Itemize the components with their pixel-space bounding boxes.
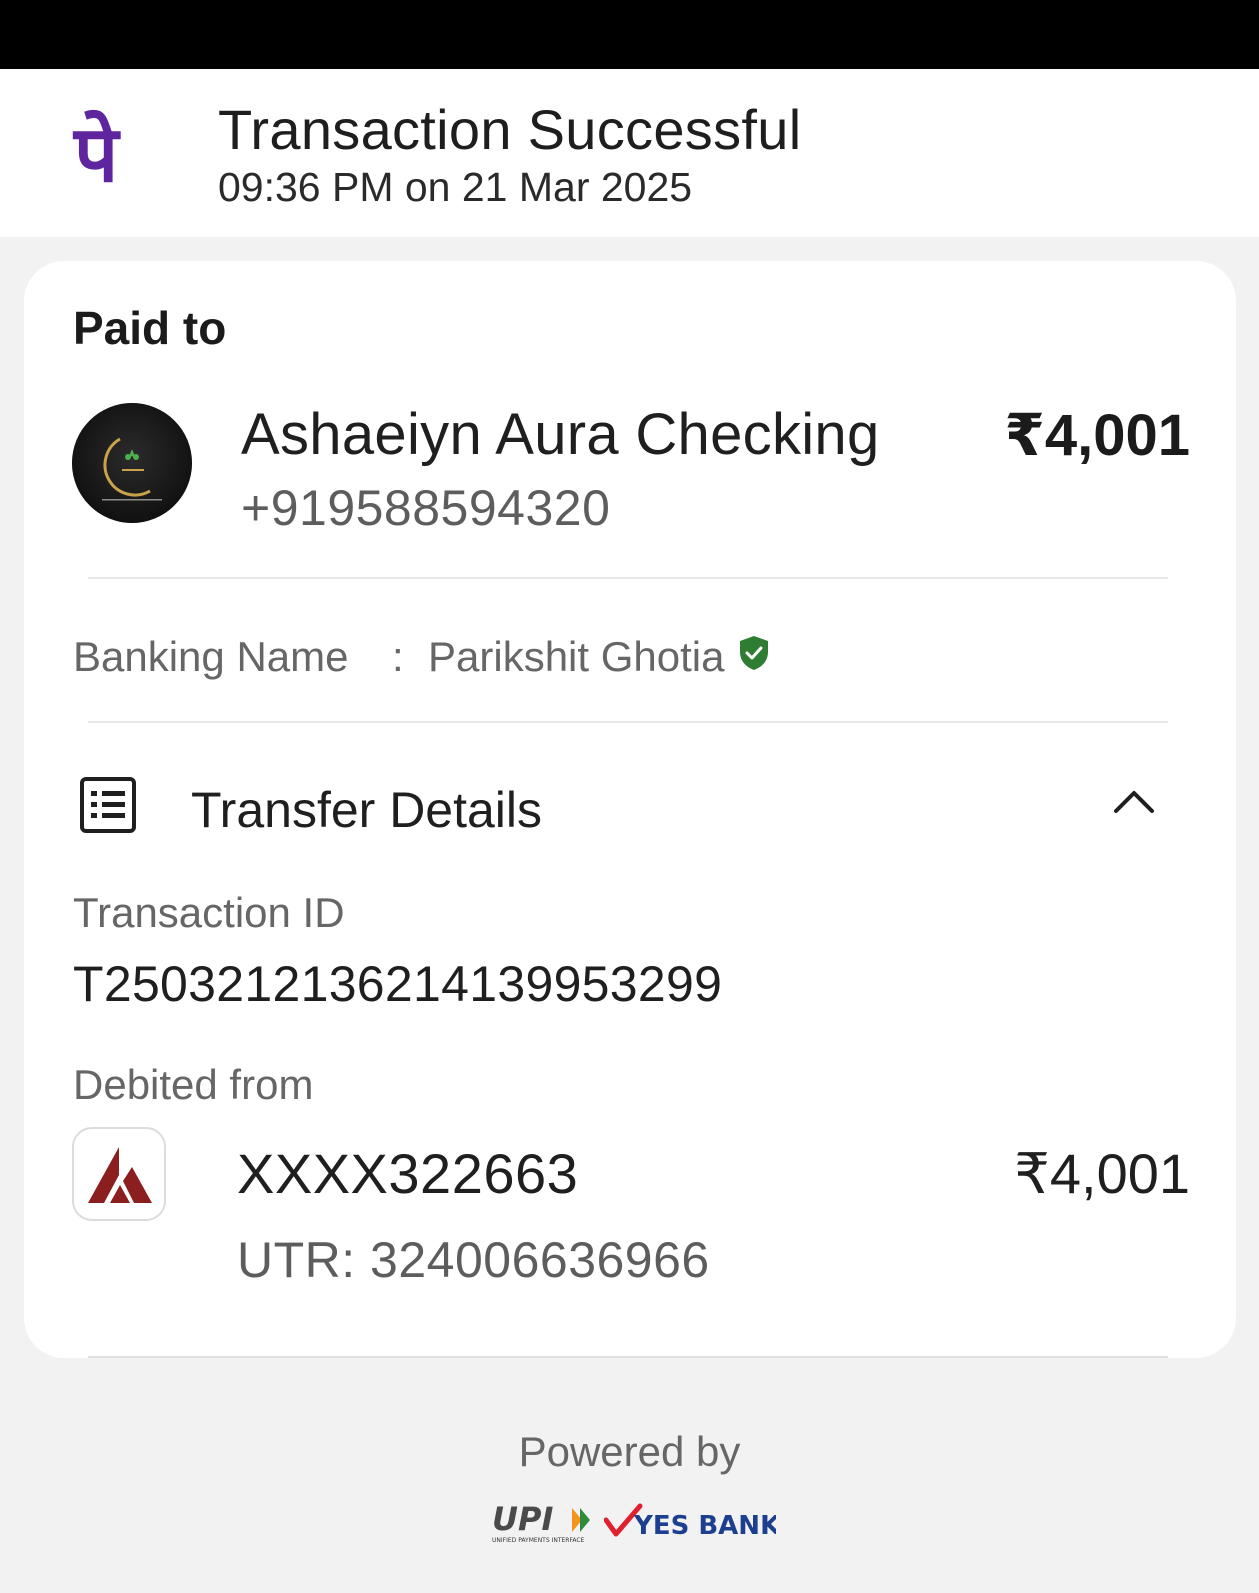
header: पे Transaction Successful 09:36 PM on 21… <box>0 69 1259 237</box>
page-title: Transaction Successful <box>218 98 802 161</box>
powered-by-label: Powered by <box>518 1428 741 1475</box>
transaction-id-label: Transaction ID <box>73 889 345 936</box>
receipt-list-icon <box>80 777 136 833</box>
banking-name-value: Parikshit Ghotia <box>428 633 725 680</box>
utr-number[interactable]: UTR: 324006636966 <box>237 1231 710 1289</box>
transfer-details-title[interactable]: Transfer Details <box>191 781 542 839</box>
debited-from-label: Debited from <box>73 1061 314 1108</box>
yes-bank-logo: YES BANK <box>604 1503 776 1541</box>
paid-amount: ₹4,001 <box>1004 403 1191 468</box>
account-number: XXXX322663 <box>237 1142 579 1205</box>
banking-name-label: Banking Name <box>73 633 349 680</box>
chevron-up-icon[interactable] <box>1112 785 1156 815</box>
payee-name: Ashaeiyn Aura Checking <box>241 402 880 467</box>
paid-to-label: Paid to <box>73 302 227 354</box>
transaction-datetime: 09:36 PM on 21 Mar 2025 <box>218 164 693 210</box>
svg-text:UPI: UPI <box>492 1500 553 1538</box>
phonepe-logo: पे <box>72 109 121 199</box>
transaction-id-value[interactable]: T2503212136214139953299 <box>73 955 722 1013</box>
transaction-card: Paid to Ashaeiyn Aura Checking +91958859… <box>24 261 1236 1358</box>
svg-text:YES BANK: YES BANK <box>633 1511 776 1541</box>
debit-amount: ₹4,001 <box>1014 1142 1190 1205</box>
status-bar <box>0 0 1259 69</box>
svg-text:पे: पे <box>72 109 121 199</box>
upi-logo: UPI UNIFIED PAYMENTS INTERFACE <box>492 1500 590 1544</box>
svg-text:UNIFIED PAYMENTS INTERFACE: UNIFIED PAYMENTS INTERFACE <box>492 1537 585 1544</box>
divider <box>88 1356 1168 1358</box>
payee-phone: +919588594320 <box>241 480 611 536</box>
divider <box>88 577 1168 579</box>
banking-name-colon: : <box>392 633 404 680</box>
payee-avatar <box>72 403 192 523</box>
divider <box>88 721 1168 723</box>
axis-bank-icon <box>72 1127 166 1221</box>
verified-shield-icon <box>740 636 768 670</box>
